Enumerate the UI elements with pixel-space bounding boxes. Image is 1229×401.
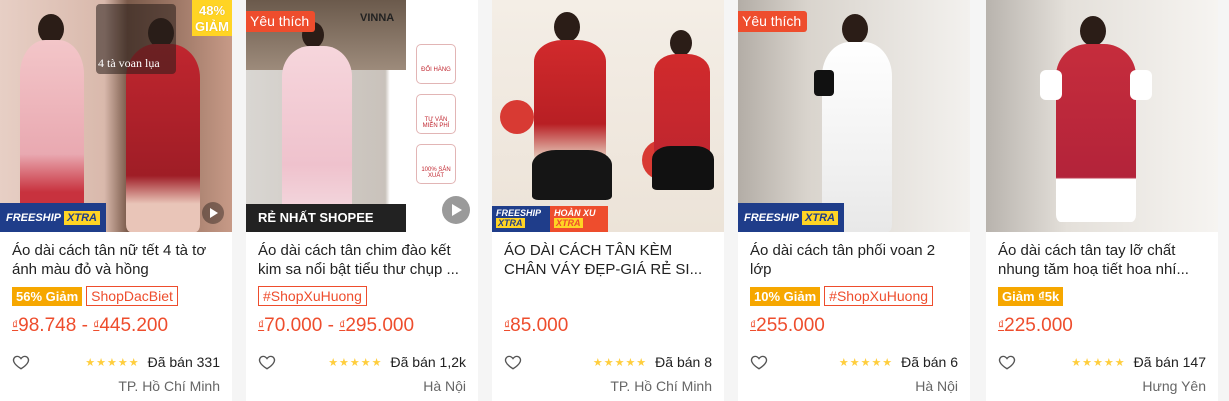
shop-location: Hà Nội <box>915 378 958 394</box>
product-image[interactable]: VINNA ĐỔI HÀNG TƯ VẤN MIỄN PHÍ 100% SẢN … <box>246 0 478 232</box>
product-image[interactable]: Yêu thích FREESHIP XTRA <box>738 0 970 232</box>
shop-badge: ShopDacBiet <box>86 286 178 306</box>
product-card[interactable]: Áo dài cách tân tay lỡ chất nhung tăm ho… <box>986 0 1218 401</box>
price-max: 445.200 <box>99 315 169 336</box>
product-card[interactable]: VINNA ĐỔI HÀNG TƯ VẤN MIỄN PHÍ 100% SẢN … <box>246 0 478 401</box>
rating-stars-icon: ★★★★★ <box>85 356 140 369</box>
product-title[interactable]: Áo dài cách tân chim đào kết kim sa nổi … <box>258 241 466 279</box>
product-image[interactable] <box>986 0 1218 232</box>
product-title[interactable]: Áo dài cách tân phối voan 2 lớp <box>750 241 958 279</box>
shop-badge: #ShopXuHuong <box>824 286 934 306</box>
product-card[interactable]: 4 tà voan lụa 48% GIẢM FREESHIP XTRA Áo … <box>0 0 232 401</box>
cheapest-banner-text: RẺ NHẤT SHOPEE <box>258 210 374 225</box>
freeship-xtra: XTRA <box>496 218 525 228</box>
freeship-xtra-badge: FREESHIP XTRA <box>0 203 106 232</box>
heart-outline-icon[interactable] <box>258 353 276 371</box>
discount-badge: 48% GIẢM <box>192 0 232 36</box>
product-title[interactable]: Áo dài cách tân nữ tết 4 tà tơ ánh màu đ… <box>12 241 220 279</box>
shop-location: Hưng Yên <box>1142 378 1206 394</box>
side-labels: ĐỔI HÀNG TƯ VẤN MIỄN PHÍ 100% SẢN XUẤT <box>416 44 456 184</box>
price-min: 255.000 <box>756 315 825 336</box>
sold-count: Đã bán 8 <box>655 354 712 370</box>
shop-badge: #ShopXuHuong <box>258 286 367 306</box>
product-price: ₫255.000 <box>750 315 958 337</box>
product-card[interactable]: Yêu thích FREESHIP XTRA Áo dài cách tân … <box>738 0 970 401</box>
price-min: 70.000 <box>264 315 323 336</box>
rating-stars-icon: ★★★★★ <box>1071 356 1126 369</box>
heart-outline-icon[interactable] <box>12 353 30 371</box>
hoanxu-xtra: XTRA <box>554 218 583 228</box>
freeship-xtra: XTRA <box>802 210 838 225</box>
price-min: 98.748 <box>18 315 77 336</box>
product-card[interactable]: FREESHIP XTRA HOÀN XU XTRA ÁO DÀI CÁCH T… <box>492 0 724 401</box>
product-price: ₫225.000 <box>998 315 1206 337</box>
shop-location: TP. Hồ Chí Minh <box>610 378 712 394</box>
image-brand: VINNA <box>360 12 395 24</box>
price-min: 85.000 <box>510 315 569 336</box>
rating-stars-icon: ★★★★★ <box>592 356 648 369</box>
discount-percent: 48% <box>198 3 226 18</box>
product-image[interactable]: FREESHIP XTRA HOÀN XU XTRA <box>492 0 724 232</box>
shop-location: Hà Nội <box>423 378 466 394</box>
made-label: 100% SẢN XUẤT <box>416 144 456 184</box>
favorite-tag: Yêu thích <box>246 11 316 32</box>
cheapest-banner: RẺ NHẤT SHOPEE <box>246 204 406 232</box>
price-separator: - <box>322 315 340 336</box>
shop-location: TP. Hồ Chí Minh <box>118 378 220 394</box>
freeship-label: FREESHIP <box>496 208 542 218</box>
heart-outline-icon[interactable] <box>750 353 768 371</box>
price-max: 295.000 <box>345 315 415 336</box>
product-price: ₫70.000 - ₫295.000 <box>258 315 466 337</box>
exchange-label: ĐỔI HÀNG <box>416 44 456 84</box>
heart-outline-icon[interactable] <box>504 353 522 371</box>
play-video-icon[interactable] <box>442 196 470 224</box>
product-price: ₫85.000 <box>504 315 712 337</box>
product-price: ₫98.748 - ₫445.200 <box>12 315 220 337</box>
sold-count: Đã bán 147 <box>1133 354 1206 370</box>
consult-label: TƯ VẤN MIỄN PHÍ <box>416 94 456 134</box>
sold-count: Đã bán 331 <box>147 354 220 370</box>
freeship-hoanxu-badge: FREESHIP XTRA HOÀN XU XTRA <box>492 206 608 232</box>
price-min: 225.000 <box>1004 315 1073 336</box>
product-title[interactable]: ÁO DÀI CÁCH TÂN KÈM CHÂN VÁY ĐẸP-GIÁ RẺ … <box>504 241 712 279</box>
discount-word: GIẢM <box>195 19 229 34</box>
freeship-label: FREESHIP <box>744 211 800 224</box>
play-video-icon[interactable] <box>202 202 224 224</box>
freeship-xtra-badge: FREESHIP XTRA <box>738 203 844 232</box>
rating-stars-icon: ★★★★★ <box>838 356 894 369</box>
sold-count: Đã bán 1,2k <box>390 354 467 370</box>
image-caption: 4 tà voan lụa <box>98 56 160 70</box>
product-grid: 4 tà voan lụa 48% GIẢM FREESHIP XTRA Áo … <box>0 0 1229 401</box>
price-separator: - <box>76 315 94 336</box>
sale-badge: Giảm ₫5k <box>998 286 1064 306</box>
product-title[interactable]: Áo dài cách tân tay lỡ chất nhung tăm ho… <box>998 241 1206 279</box>
freeship-label: FREESHIP <box>6 211 62 224</box>
product-image[interactable]: 4 tà voan lụa 48% GIẢM FREESHIP XTRA <box>0 0 232 232</box>
sold-count: Đã bán 6 <box>901 354 958 370</box>
sale-badge: 56% Giảm <box>12 286 83 306</box>
hoanxu-label: HOÀN XU <box>554 208 596 218</box>
favorite-tag: Yêu thích <box>738 11 808 32</box>
heart-outline-icon[interactable] <box>998 353 1016 371</box>
rating-stars-icon: ★★★★★ <box>328 356 383 369</box>
sale-badge: 10% Giảm <box>750 286 821 306</box>
freeship-xtra: XTRA <box>64 210 100 225</box>
